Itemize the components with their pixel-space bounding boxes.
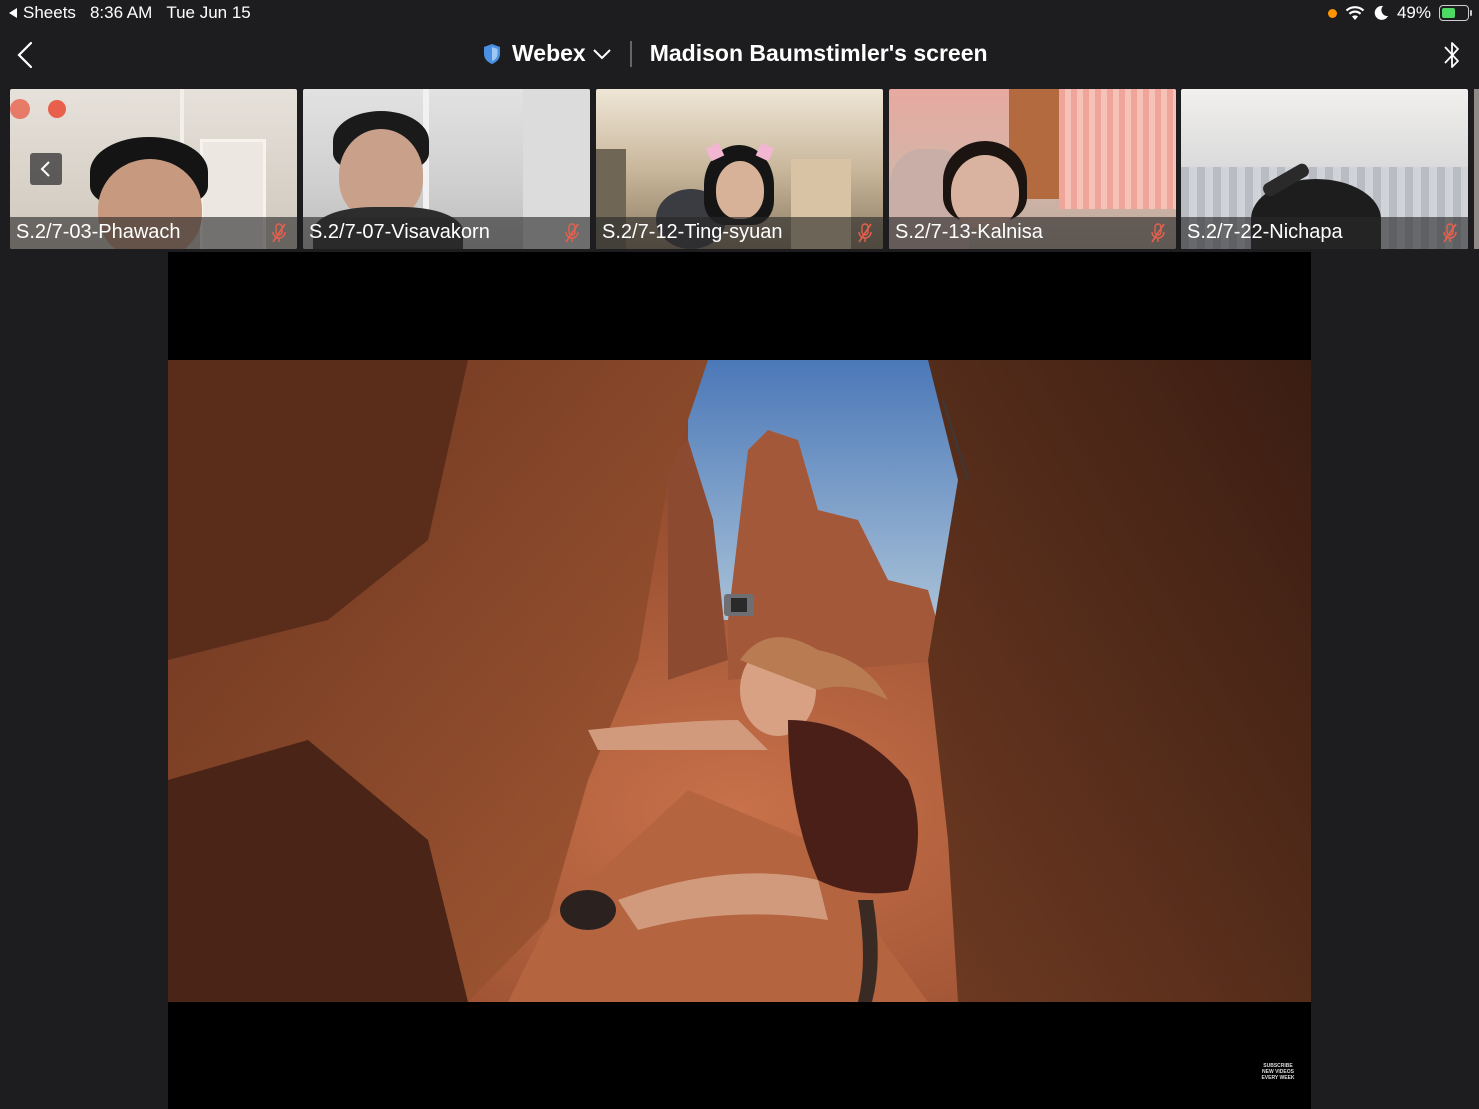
back-app-label: Sheets [23,3,76,22]
record-icon [10,99,30,119]
previous-participants-button[interactable] [30,153,62,185]
participant-strip: S.2/7-03-Phawach S.2/7-07-Visavakorn S.2… [10,89,1479,249]
wifi-icon [1345,6,1365,20]
shared-screen-view[interactable]: SUBSCRIBE NEW VIDEOS EVERY WEEK [168,252,1311,1109]
name-bar: S.2/7-03-Phawach [10,217,297,249]
app-name: Webex [512,40,586,66]
muted-mic-icon [1443,223,1457,243]
back-triangle-icon [9,8,17,18]
participant-name: S.2/7-03-Phawach [16,221,181,243]
participant-name: S.2/7-07-Visavakorn [309,221,490,243]
shield-icon [484,43,500,64]
mic-in-use-indicator [1327,8,1337,18]
recording-indicator [10,99,66,119]
shared-screen-title: Madison Baumstimler's screen [649,40,988,66]
participant-name: S.2/7-13-Kalnisa [895,221,1043,243]
participant-tile[interactable]: S.2/7-03-Phawach [10,89,297,249]
canyon-climber-image [168,360,1311,1002]
status-bar: Sheets 8:36 AM Tue Jun 15 49% [0,0,1479,26]
muted-mic-icon [272,223,286,243]
name-bar: S.2/7-07-Visavakorn [303,217,590,249]
name-bar: S.2/7-13-Kalnisa [889,217,1176,249]
app-menu-button[interactable]: Webex [512,40,612,67]
chevron-left-icon [40,161,50,177]
meeting-header: Webex Madison Baumstimler's screen [0,30,1479,82]
muted-mic-icon [565,223,579,243]
do-not-disturb-moon-icon [1374,5,1388,20]
subscribe-watermark: SUBSCRIBE NEW VIDEOS EVERY WEEK [1261,1063,1295,1089]
battery-charging-icon [1439,5,1472,21]
watermark-line: EVERY WEEK [1261,1075,1295,1081]
name-bar: S.2/7-22-Nichapa [1181,217,1468,249]
record-target-icon [48,100,66,118]
back-to-app-link[interactable]: Sheets [8,3,76,23]
name-bar: S.2/7-12-Ting-syuan [596,217,883,249]
bluetooth-icon[interactable] [1441,38,1463,72]
participant-tile[interactable]: S.2/7-13-Kalnisa [889,89,1176,249]
battery-percentage: 49% [1396,3,1431,22]
header-divider [629,40,632,67]
next-tile-edge [1474,89,1479,249]
participant-name: S.2/7-12-Ting-syuan [602,221,783,243]
muted-mic-icon [858,223,872,243]
participant-tile[interactable]: S.2/7-07-Visavakorn [303,89,590,249]
participant-tile[interactable]: S.2/7-12-Ting-syuan [596,89,883,249]
status-date: Tue Jun 15 [166,3,251,22]
chevron-down-icon [593,48,611,59]
participant-tile[interactable]: S.2/7-22-Nichapa [1181,89,1468,249]
muted-mic-icon [1151,223,1165,243]
participant-name: S.2/7-22-Nichapa [1187,221,1343,243]
back-chevron-icon[interactable] [12,40,42,70]
header-title-group: Webex Madison Baumstimler's screen [482,40,988,67]
status-time: 8:36 AM [89,3,153,22]
shared-video-frame [168,360,1311,1002]
